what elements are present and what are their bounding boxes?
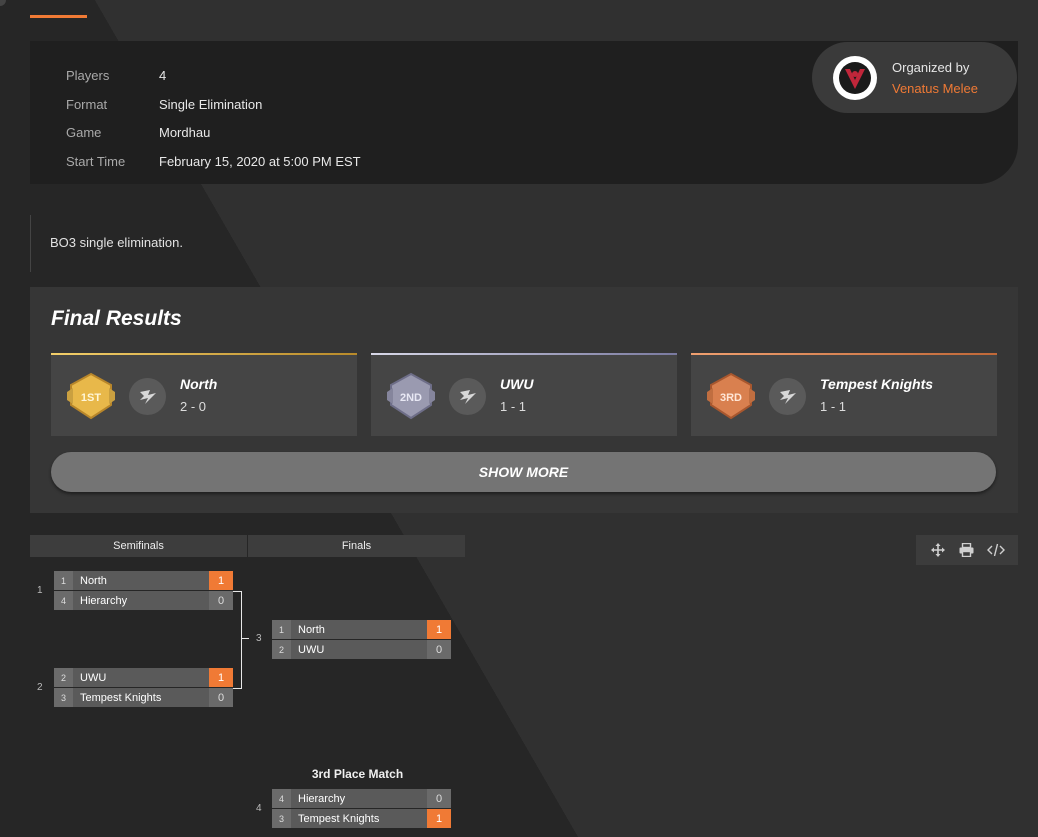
info-row-format: Format Single Elimination — [66, 90, 361, 119]
match-2[interactable]: 2 UWU 1 3 Tempest Knights 0 — [54, 668, 233, 708]
seed: 3 — [54, 688, 73, 707]
place-accent-bar — [371, 353, 677, 355]
info-label: Game — [66, 125, 102, 141]
match-number: 4 — [256, 803, 262, 814]
match-slot[interactable]: 1 North 1 — [272, 620, 451, 639]
slot-score: 1 — [427, 809, 451, 828]
place-card-1st[interactable]: 1ST North 2 - 0 — [51, 353, 357, 436]
info-value: Single Elimination — [159, 96, 263, 112]
info-label: Players — [66, 67, 110, 83]
tournament-description: BO3 single elimination. — [30, 215, 631, 272]
team-name[interactable]: Tempest Knights — [820, 376, 933, 392]
match-slot[interactable]: 4 Hierarchy 0 — [54, 591, 233, 610]
info-value: February 15, 2020 at 5:00 PM EST — [159, 153, 361, 169]
info-value: 4 — [159, 67, 167, 83]
team-name[interactable]: North — [180, 376, 217, 392]
place-card-3rd[interactable]: 3RD Tempest Knights 1 - 1 — [691, 353, 997, 436]
round-header-semifinals: Semifinals — [30, 535, 247, 557]
match-slot[interactable]: 3 Tempest Knights 0 — [54, 688, 233, 707]
team-placeholder-icon — [139, 389, 156, 404]
organizer-badge[interactable]: Organized by Venatus Melee — [812, 42, 1017, 113]
match-1[interactable]: 1 North 1 4 Hierarchy 0 — [54, 571, 233, 611]
team-placeholder-icon — [779, 389, 796, 404]
info-row-players: Players 4 — [66, 61, 361, 90]
medal-text: 2ND — [400, 392, 422, 404]
seed: 3 — [272, 809, 291, 828]
match-number: 1 — [37, 585, 43, 596]
show-more-button[interactable]: SHOW MORE — [51, 452, 996, 492]
medal-text: 1ST — [81, 392, 101, 404]
team-score: 1 - 1 — [820, 399, 847, 414]
info-row-start-time: Start Time February 15, 2020 at 5:00 PM … — [66, 147, 361, 176]
place-card-2nd[interactable]: 2ND UWU 1 - 1 — [371, 353, 677, 436]
info-value: Mordhau — [159, 125, 211, 141]
info-label: Format — [66, 96, 108, 112]
match-number: 2 — [37, 682, 43, 693]
slot-team-name: North — [80, 574, 107, 587]
embed-code-icon[interactable] — [986, 540, 1006, 560]
silver-medal-icon: 2ND — [387, 372, 435, 420]
round-header-finals: Finals — [248, 535, 465, 557]
bracket-round-headers: Semifinals Finals — [30, 535, 466, 557]
match-slot[interactable]: 1 North 1 — [54, 571, 233, 590]
results-title: Final Results — [51, 307, 182, 330]
slot-score: 1 — [209, 571, 233, 590]
slot-score: 0 — [209, 688, 233, 707]
match-3-finals[interactable]: 1 North 1 2 UWU 0 — [272, 620, 451, 660]
organizer-text: Organized by Venatus Melee — [892, 57, 978, 99]
slot-score: 0 — [427, 640, 451, 659]
seed: 2 — [272, 640, 291, 659]
team-placeholder-icon — [459, 389, 476, 404]
team-logo — [129, 378, 166, 415]
print-icon[interactable] — [957, 540, 977, 560]
team-logo — [449, 378, 486, 415]
bronze-medal-icon: 3RD — [707, 372, 755, 420]
seed: 1 — [54, 571, 73, 590]
match-slot[interactable]: 2 UWU 1 — [54, 668, 233, 687]
slot-team-name: Tempest Knights — [298, 812, 380, 825]
third-place-title: 3rd Place Match — [311, 767, 404, 781]
slot-score: 0 — [427, 789, 451, 808]
team-score: 2 - 0 — [180, 399, 207, 414]
move-icon[interactable] — [928, 540, 948, 560]
slot-team-name: Tempest Knights — [80, 691, 162, 704]
slot-score: 0 — [209, 591, 233, 610]
gold-medal-icon: 1ST — [67, 372, 115, 420]
match-slot[interactable]: 4 Hierarchy 0 — [272, 789, 451, 808]
seed: 2 — [54, 668, 73, 687]
slot-team-name: Hierarchy — [80, 594, 128, 607]
medal-text: 3RD — [720, 392, 742, 404]
team-score: 1 - 1 — [500, 399, 527, 414]
place-accent-bar — [691, 353, 997, 355]
slot-team-name: UWU — [298, 643, 325, 656]
slot-team-name: UWU — [80, 671, 107, 684]
description-text: BO3 single elimination. — [50, 235, 183, 250]
slot-team-name: Hierarchy — [298, 792, 346, 805]
seed: 1 — [272, 620, 291, 639]
venatus-logo-icon — [839, 61, 871, 94]
active-tab-indicator — [30, 15, 87, 18]
match-slot[interactable]: 2 UWU 0 — [272, 640, 451, 659]
info-label: Start Time — [66, 153, 126, 169]
match-4-third-place[interactable]: 4 Hierarchy 0 3 Tempest Knights 1 — [272, 789, 451, 829]
info-table: Players 4 Format Single Elimination Game… — [66, 61, 361, 176]
bracket-connector-stub — [241, 638, 249, 639]
info-row-game: Game Mordhau — [66, 118, 361, 147]
team-name[interactable]: UWU — [500, 376, 533, 392]
match-slot[interactable]: 3 Tempest Knights 1 — [272, 809, 451, 828]
place-accent-bar — [51, 353, 357, 355]
organizer-logo[interactable] — [833, 55, 877, 100]
slot-score: 1 — [427, 620, 451, 639]
match-number: 3 — [256, 633, 262, 644]
bracket-connector — [233, 591, 242, 689]
organizer-label: Organized by — [892, 59, 970, 75]
seed: 4 — [54, 591, 73, 610]
team-logo — [769, 378, 806, 415]
final-results-panel: Final Results 1ST North 2 - 0 2ND UWU 1 … — [30, 287, 1018, 513]
slot-team-name: North — [298, 623, 325, 636]
slot-score: 1 — [209, 668, 233, 687]
bracket-toolbar — [916, 535, 1018, 565]
organizer-link[interactable]: Venatus Melee — [892, 78, 978, 99]
seed: 4 — [272, 789, 291, 808]
